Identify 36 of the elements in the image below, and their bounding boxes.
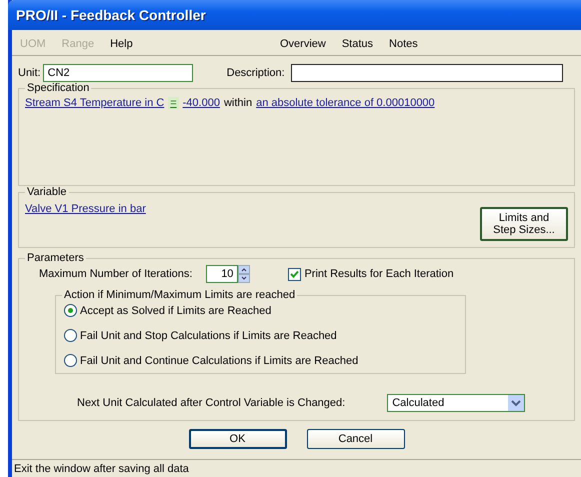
print-results-label: Print Results for Each Iteration xyxy=(304,268,454,280)
spec-text: within xyxy=(224,97,252,109)
group-title: Variable xyxy=(25,186,69,198)
radio-button[interactable] xyxy=(64,304,77,317)
unit-label: Unit: xyxy=(18,67,41,79)
description-label: Description: xyxy=(226,67,285,79)
spinner-icon[interactable] xyxy=(238,265,250,283)
dialog-button[interactable]: OK xyxy=(188,429,286,449)
iterations-label: Maximum Number of Iterations: xyxy=(39,268,192,280)
menu-item[interactable]: Status xyxy=(334,38,382,50)
option-label: Fail Unit and Continue Calculations if Limits are Reached xyxy=(80,354,358,366)
menu-item[interactable]: Help xyxy=(102,38,141,50)
dialog-button[interactable]: Cancel xyxy=(306,429,404,449)
option-label: Fail Unit and Stop Calculations if Limits are Reached xyxy=(80,330,337,342)
variable-link[interactable]: Valve V1 Pressure in bar xyxy=(25,203,146,215)
option-label: Accept as Solved if Limits are Reached xyxy=(80,304,272,316)
spec-link[interactable]: -40.000 xyxy=(182,97,220,109)
status-text: Exit the window after saving all data xyxy=(14,462,189,474)
print-results-checkbox[interactable] xyxy=(288,268,302,280)
unit-field[interactable]: CN2 xyxy=(42,64,193,82)
window-title: PRO/II - Feedback Controller xyxy=(8,0,581,30)
description-field[interactable] xyxy=(290,64,563,82)
menu-item[interactable]: Overview xyxy=(272,38,334,50)
group-title: Specification xyxy=(25,82,92,94)
group-title: Parameters xyxy=(25,252,86,264)
menu-item[interactable]: Notes xyxy=(381,38,426,50)
next-unit-label: Next Unit Calculated after Control Variable is Changed: xyxy=(77,397,346,409)
group-title: Action if Minimum/Maximum Limits are reached xyxy=(62,289,298,301)
radio-button[interactable] xyxy=(64,329,77,342)
iterations-field[interactable]: 10 xyxy=(206,265,238,283)
next-unit-dropdown[interactable]: Calculated xyxy=(387,394,526,412)
radio-button[interactable] xyxy=(64,354,77,367)
limits-button[interactable]: Limits and Step Sizes... xyxy=(480,207,568,241)
operator-link[interactable]: = xyxy=(168,97,179,109)
spec-link[interactable]: an absolute tolerance of 0.00010000 xyxy=(256,97,435,109)
spec-link[interactable]: Stream S4 Temperature in C xyxy=(25,97,164,109)
